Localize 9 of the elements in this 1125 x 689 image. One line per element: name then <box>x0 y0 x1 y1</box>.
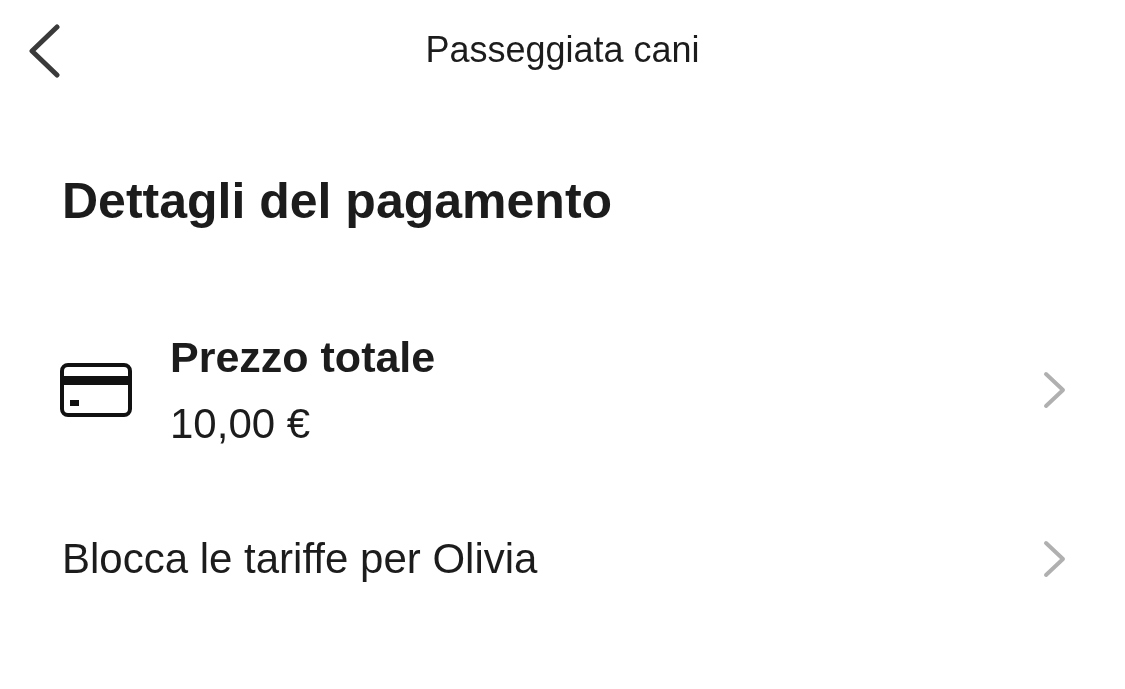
list-item[interactable]: Blocca le tariffe per Olivia <box>60 535 1043 583</box>
back-icon[interactable] <box>27 24 61 78</box>
credit-card-icon <box>60 363 132 417</box>
chevron-icon[interactable] <box>1043 371 1067 409</box>
price-label: Prezzo totale <box>170 332 437 382</box>
section-heading: Dettagli del pagamento <box>62 172 614 230</box>
price-value: 10,00 € <box>170 399 312 448</box>
page-title: Passeggiata cani <box>425 29 700 71</box>
chevron-icon[interactable] <box>1043 540 1067 578</box>
